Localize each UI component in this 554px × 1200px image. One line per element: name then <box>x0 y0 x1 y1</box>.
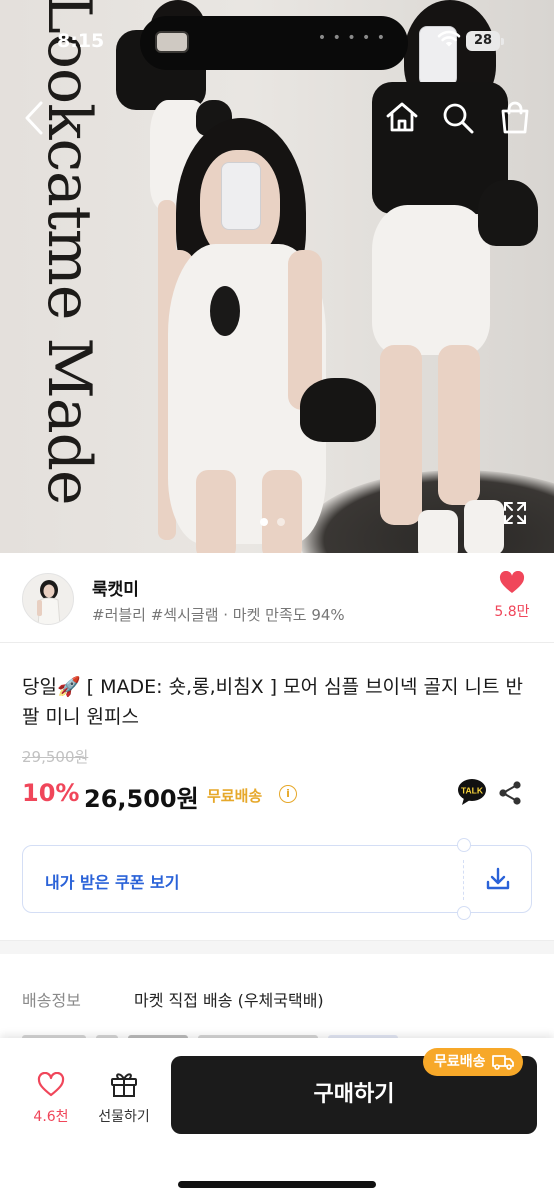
free-shipping-label: 무료배송 <box>207 787 263 805</box>
pagination-dot[interactable] <box>277 518 285 526</box>
heart-filled-icon <box>499 570 525 593</box>
wifi-icon <box>437 30 461 47</box>
coupon-label[interactable]: 내가 받은 쿠폰 보기 <box>45 869 179 893</box>
search-icon[interactable] <box>440 100 476 136</box>
bag-icon[interactable] <box>498 100 532 136</box>
free-shipping-badge: 무료배송 <box>423 1048 523 1076</box>
discount-rate: 10% <box>22 779 80 807</box>
kakao-talk-button[interactable]: TALK <box>457 778 487 810</box>
home-icon[interactable] <box>384 100 420 134</box>
dynamic-island: • • • • • <box>140 16 408 70</box>
shipping-info-label: 배송정보 <box>22 991 81 1010</box>
island-thumbnail <box>155 31 189 53</box>
product-title: 당일🚀 [ MADE: 숏,롱,비침X ] 모어 심플 브이넥 골지 니트 반팔… <box>22 676 524 728</box>
expand-icon[interactable] <box>502 500 528 526</box>
home-indicator <box>178 1181 376 1188</box>
coupon-notch-bottom <box>457 906 471 920</box>
gift-button[interactable]: 선물하기 <box>92 1070 156 1126</box>
talk-icon: TALK <box>458 779 486 805</box>
hero-vertical-text: Lookcatme Made <box>34 0 110 553</box>
seller-like-button[interactable]: 5.8만 <box>488 570 536 621</box>
seller-tags: #러블리 #섹시글램 · 마켓 만족도 94% <box>92 606 345 624</box>
original-price: 29,500원 <box>22 748 89 766</box>
gift-icon <box>111 1073 137 1097</box>
island-dots-icon: • • • • • <box>317 30 386 46</box>
coupon-divider <box>463 860 464 900</box>
status-time: 8:15 <box>57 30 105 52</box>
sale-price: 26,500원 <box>84 785 199 813</box>
talk-icon-label: TALK <box>461 786 484 796</box>
download-icon[interactable] <box>485 866 511 892</box>
avatar-image <box>23 574 73 624</box>
seller-row[interactable]: 룩캣미 #러블리 #섹시글램 · 마켓 만족도 94% 5.8만 <box>0 553 554 643</box>
coupon-notch-top <box>457 838 471 852</box>
product-hero-image[interactable]: Lookcatme Made 8:15 • • • • • 28 <box>0 0 554 553</box>
battery-icon: 28 <box>466 31 504 51</box>
truck-icon <box>491 1055 514 1070</box>
section-divider <box>0 940 554 954</box>
brand-watermark: Lookcatme Made <box>34 0 104 505</box>
free-shipping-badge-label: 무료배송 <box>434 1054 486 1070</box>
back-icon[interactable] <box>22 100 46 136</box>
wishlist-count: 4.6천 <box>33 1109 69 1125</box>
gift-label: 선물하기 <box>98 1109 150 1125</box>
wishlist-button[interactable]: 4.6천 <box>26 1071 76 1126</box>
pagination-dot-active[interactable] <box>260 518 268 526</box>
info-icon[interactable]: i <box>279 785 297 803</box>
coupon-box[interactable]: 내가 받은 쿠폰 보기 <box>22 838 532 920</box>
share-icon[interactable] <box>497 780 523 806</box>
seller-name[interactable]: 룩캣미 <box>92 575 139 600</box>
heart-outline-icon <box>37 1071 65 1097</box>
seller-like-count: 5.8만 <box>494 604 530 620</box>
shipping-info-value: 마켓 직접 배송 (우체국택배) <box>134 991 324 1010</box>
seller-avatar[interactable] <box>22 573 74 625</box>
image-pagination[interactable] <box>260 518 285 526</box>
